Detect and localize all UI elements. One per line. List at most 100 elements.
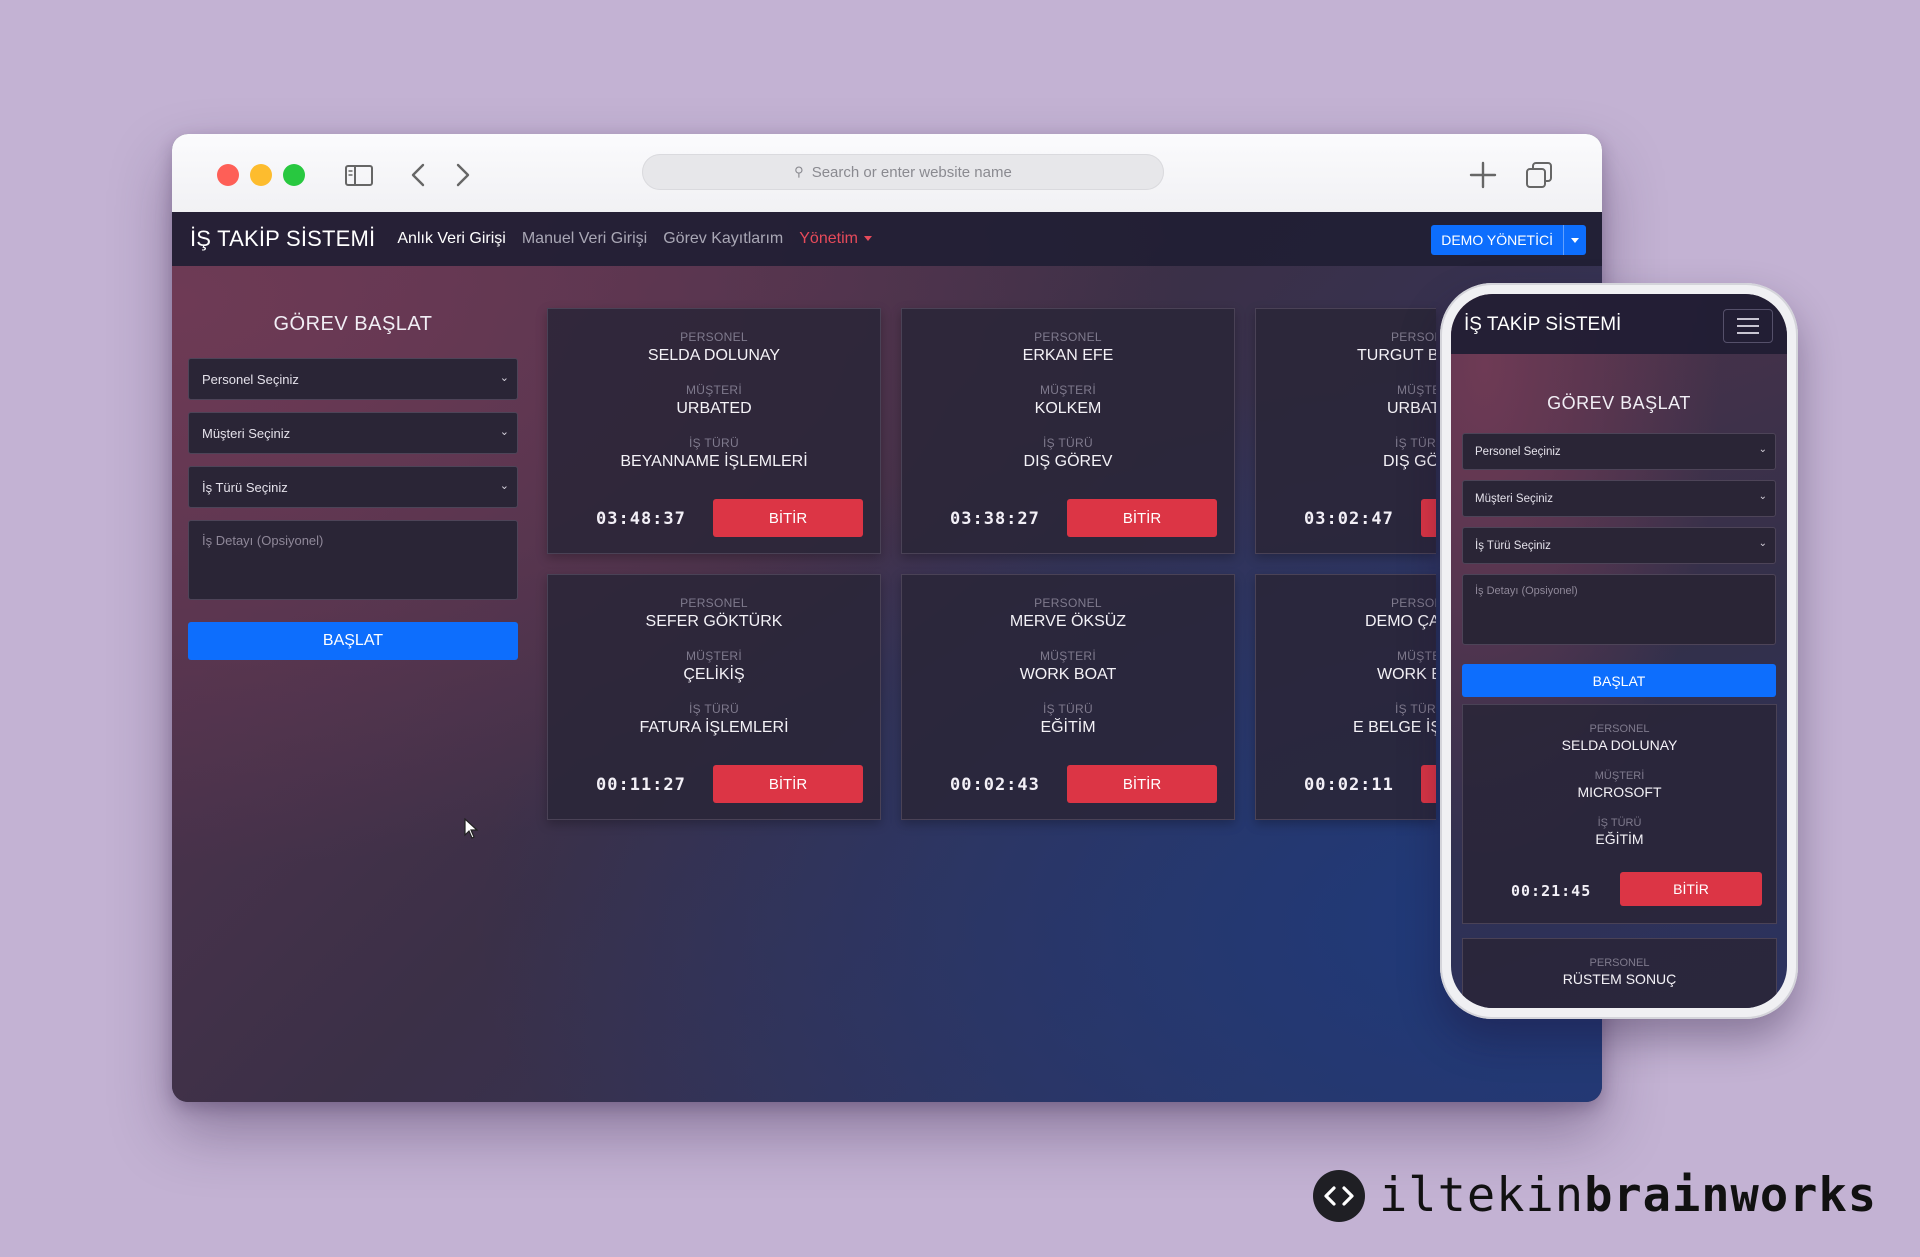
finish-button[interactable] [1421,765,1436,803]
minimize-window-button[interactable] [250,164,272,186]
top-navbar: İŞ TAKİP SİSTEMİ Anlık Veri Girişi Manue… [172,212,1602,266]
worktype-name: DIŞ GÖR [1383,453,1436,470]
worktype-label: İŞ TÜRÜ [1043,436,1093,450]
phone-task-card: PERSONEL RÜSTEM SONUÇ [1462,938,1777,1008]
phone-brand[interactable]: İŞ TAKİP SİSTEMİ [1464,314,1621,336]
personnel-name: ERKAN EFE [1022,347,1114,364]
personnel-label: PERSONEL [680,596,748,610]
personnel-name: RÜSTEM SONUÇ [1562,971,1677,987]
personnel-name: TURGUT BU [1357,347,1436,364]
phone-screen: İŞ TAKİP SİSTEMİ GÖREV BAŞLAT Personel S… [1451,294,1787,1008]
phone-task-detail-textarea[interactable]: İş Detayı (Opsiyonel) [1462,574,1776,645]
finish-button[interactable]: BİTİR [1067,765,1217,803]
task-detail-textarea[interactable]: İş Detayı (Opsiyonel) [188,520,518,600]
customer-select[interactable]: Müşteri Seçiniz ⌄ [188,412,518,454]
worktype-name: EĞİTİM [1595,831,1644,847]
chevron-down-icon: ⌄ [499,480,509,492]
user-menu-label: DEMO YÖNETİCİ [1441,232,1553,248]
task-card: PERSONEL SEFER GÖKTÜRK MÜŞTERİ ÇELİKİŞ İŞ … [547,574,881,820]
browser-window: ⚲ Search or enter website name İŞ TAKİP … [172,134,1602,1102]
maximize-window-button[interactable] [283,164,305,186]
personnel-name: SEFER GÖKTÜRK [645,613,783,630]
customer-label: MÜŞTERİ [685,649,743,663]
phone-customer-select[interactable]: Müşteri Seçiniz ⌄ [1462,480,1776,517]
chevron-left-icon[interactable] [404,160,434,190]
watermark: iltekinbrainworks [1313,1168,1877,1223]
nav-admin-dropdown[interactable]: Yönetim [799,230,872,248]
task-timer: 00:21:45 [1511,882,1592,900]
hamburger-menu-icon[interactable] [1723,309,1773,343]
worktype-name: DIŞ GÖREV [1023,453,1113,470]
phone-task-card: PERSONEL SELDA DOLUNAY MÜŞTERİ MICROSOFT İ… [1462,704,1777,924]
task-timer: 00:02:43 [950,775,1040,795]
user-menu-toggle[interactable] [1563,225,1586,255]
personnel-label: PERSONEL [1034,330,1102,344]
customer-select-value: Müşteri Seçiniz [202,425,291,441]
customer-label: MÜŞTERİ [1594,770,1645,782]
finish-button[interactable]: BİTİR [713,765,863,803]
worktype-label: İŞ TÜRÜ [1043,702,1093,716]
search-icon: ⚲ [794,164,804,179]
watermark-part2: brainworks [1584,1168,1878,1223]
customer-name: WORK BOAT [1019,666,1117,683]
tabs-overview-icon[interactable] [1524,160,1554,190]
task-detail-placeholder: İş Detayı (Opsiyonel) [202,533,324,548]
phone-worktype-select-value: İş Türü Seçiniz [1475,539,1551,552]
worktype-select[interactable]: İş Türü Seçiniz ⌄ [188,466,518,508]
start-button[interactable]: BAŞLAT [188,622,518,660]
close-window-button[interactable] [217,164,239,186]
worktype-select-value: İş Türü Seçiniz [202,479,288,495]
nav-manual-entry[interactable]: Manuel Veri Girişi [522,230,647,248]
nav-task-records[interactable]: Görev Kayıtlarım [663,230,783,248]
sidebar-toggle-icon[interactable] [344,160,374,190]
phone-start-task-form: GÖREV BAŞLAT Personel Seçiniz ⌄ Müşteri … [1462,354,1776,697]
task-timer: 03:38:27 [950,509,1040,529]
worktype-label: İŞ TÜRÜ [689,436,739,450]
task-card-partial: PERSON TURGUT BU MÜŞTE URBATE İŞ TÜR DIŞ GÖ… [1255,308,1436,554]
personnel-label: PERSON [1391,330,1436,344]
chevron-down-icon: ⌄ [1758,444,1767,455]
task-card-partial: PERSON DEMO ÇAL MÜŞTE WORK BO İŞ TÜR E BELG… [1255,574,1436,820]
finish-button[interactable]: BİTİR [1067,499,1217,537]
personnel-label: PERSONEL [1589,957,1650,969]
personnel-select-value: Personel Seçiniz [202,371,299,387]
task-timer: 00:11:27 [596,775,686,795]
phone-worktype-select[interactable]: İş Türü Seçiniz ⌄ [1462,527,1776,564]
address-bar-placeholder: Search or enter website name [811,163,1012,181]
customer-name: URBATED [676,400,752,417]
finish-button[interactable] [1421,499,1436,537]
task-card: PERSONEL MERVE ÖKSÜZ MÜŞTERİ WORK BOAT İŞ … [901,574,1235,820]
worktype-name: E BELGE İŞL [1353,719,1436,736]
app-viewport: İŞ TAKİP SİSTEMİ Anlık Veri Girişi Manue… [172,212,1602,1102]
personnel-label: PERSON [1391,596,1436,610]
personnel-label: PERSONEL [1034,596,1102,610]
worktype-name: BEYANNAME İŞLEMLERİ [620,453,808,470]
chevron-right-icon[interactable] [447,160,477,190]
personnel-select[interactable]: Personel Seçiniz ⌄ [188,358,518,400]
chevron-down-icon: ⌄ [1758,491,1767,502]
worktype-name: EĞİTİM [1040,719,1096,736]
user-menu-button[interactable]: DEMO YÖNETİCİ [1431,225,1586,255]
address-bar[interactable]: ⚲ Search or enter website name [642,154,1164,190]
task-timer: 03:02:47 [1304,509,1394,529]
finish-button[interactable]: BİTİR [1620,872,1762,906]
phone-mockup: İŞ TAKİP SİSTEMİ GÖREV BAŞLAT Personel S… [1440,283,1798,1019]
worktype-label: İŞ TÜRÜ [689,702,739,716]
phone-personnel-select[interactable]: Personel Seçiniz ⌄ [1462,433,1776,470]
chevron-down-icon: ⌄ [499,372,509,384]
personnel-label: PERSONEL [1589,723,1650,735]
code-brackets-icon [1313,1169,1365,1222]
personnel-name: DEMO ÇAL [1365,613,1436,630]
personnel-name: SELDA DOLUNAY [1561,737,1678,753]
chevron-down-icon: ⌄ [499,426,509,438]
customer-name: ÇELİKİŞ [683,666,745,683]
plus-icon[interactable] [1468,160,1498,190]
nav-live-entry[interactable]: Anlık Veri Girişi [397,230,505,248]
personnel-name: SELDA DOLUNAY [647,347,781,364]
phone-form-title: GÖREV BAŞLAT [1547,393,1691,413]
phone-start-button[interactable]: BAŞLAT [1462,664,1776,697]
finish-button[interactable]: BİTİR [713,499,863,537]
phone-personnel-select-value: Personel Seçiniz [1475,445,1561,458]
app-brand[interactable]: İŞ TAKİP SİSTEMİ [190,226,375,252]
customer-label: MÜŞTE [1397,383,1436,397]
